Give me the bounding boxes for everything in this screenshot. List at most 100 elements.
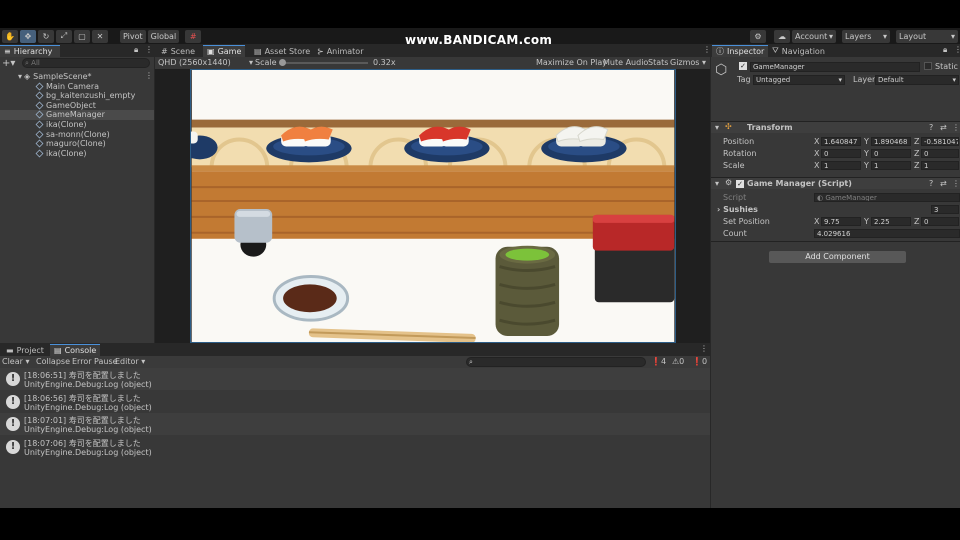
hierarchy-item[interactable]: sa-monn(Clone)	[0, 129, 154, 139]
log-count-button[interactable]: ❗4	[651, 357, 666, 366]
layer-dropdown[interactable]: Default ▾	[875, 75, 959, 85]
warning-count-button[interactable]: ⚠0	[672, 357, 684, 366]
tab-hierarchy[interactable]: ≡ Hierarchy	[0, 45, 60, 57]
layers-dropdown[interactable]: Layers ▾	[842, 29, 890, 43]
tab-project[interactable]: ▬ Project	[2, 344, 48, 356]
scale-value: 0.32x	[373, 58, 396, 67]
hierarchy-item[interactable]: ika(Clone)	[0, 119, 154, 129]
console-log-entry[interactable]: ! [18:06:56] 寿司を配置しました UnityEngine.Debug:L…	[0, 390, 710, 413]
sushies-size-field[interactable]: 3	[931, 205, 959, 214]
chevron-down-icon: ▾	[18, 71, 23, 81]
hierarchy-item[interactable]: GameManager	[0, 109, 154, 120]
scale-slider-thumb[interactable]	[279, 59, 286, 66]
move-icon[interactable]: ✥	[20, 29, 36, 43]
tab-console[interactable]: ▤ Console	[50, 344, 101, 356]
hierarchy-item[interactable]: GameObject	[0, 100, 154, 110]
grid-snap-icon[interactable]: #	[185, 29, 202, 43]
hierarchy-item[interactable]: Main Camera	[0, 81, 154, 91]
object-name-field[interactable]: GameManager	[750, 62, 920, 72]
more-icon[interactable]: ⋮	[952, 179, 960, 188]
transform-header[interactable]: ▾ ✣ Transform ? ⇄ ⋮	[711, 121, 960, 133]
transform-scale-field[interactable]: 1	[871, 161, 911, 170]
transform-position-field[interactable]: 1.890468	[871, 137, 911, 146]
transform-icon[interactable]: ✕	[92, 29, 108, 43]
chevron-down-icon[interactable]: ▾	[702, 58, 706, 67]
help-icon[interactable]: ?	[929, 179, 933, 188]
mute-audio-button[interactable]: Mute Audio	[603, 58, 648, 67]
scale-icon[interactable]: ⤢	[56, 29, 72, 43]
lock-icon[interactable]: 🔒︎	[943, 45, 947, 55]
global-label: Global	[150, 31, 177, 41]
more-icon[interactable]: ⋮	[954, 45, 960, 54]
transform-rotation-field[interactable]: 0	[921, 149, 959, 158]
maximize-on-play-button[interactable]: Maximize On Play	[536, 58, 607, 67]
pivot-button[interactable]: Pivot	[120, 29, 146, 43]
collapse-button[interactable]: Collapse	[36, 357, 70, 366]
setpos-field[interactable]: 0	[921, 217, 959, 226]
preset-icon[interactable]: ⇄	[940, 123, 947, 132]
editor-dropdown[interactable]: Editor ▾	[115, 357, 145, 366]
setpos-field[interactable]: 2.25	[871, 217, 911, 226]
more-icon[interactable]: ⋮	[145, 71, 153, 80]
lock-icon[interactable]: 🔒︎	[134, 45, 138, 55]
rect-icon[interactable]: ▢	[74, 29, 90, 43]
global-button[interactable]: Global	[147, 29, 180, 43]
error-count-button[interactable]: ❗0	[692, 357, 707, 366]
tab-scene-label: Scene	[170, 46, 196, 56]
sushies-foldout[interactable]: › Sushies	[717, 205, 758, 214]
gizmos-button[interactable]: Gizmos	[670, 58, 699, 67]
cloud-icon[interactable]: ☁	[774, 29, 790, 43]
transform-position-field[interactable]: 1.640847	[821, 137, 861, 146]
hierarchy-item[interactable]: maguro(Clone)	[0, 139, 154, 149]
hierarchy-item[interactable]: ika(Clone)	[0, 148, 154, 158]
more-icon[interactable]: ⋮	[703, 45, 711, 54]
scene-root[interactable]: ▾ ◈ SampleScene*	[18, 71, 92, 81]
transform-scale-field[interactable]: 1	[821, 161, 861, 170]
rotate-icon[interactable]: ↻	[38, 29, 54, 43]
console-log-entry[interactable]: ! [18:07:06] 寿司を配置しました UnityEngine.Debug:L…	[0, 435, 710, 458]
tab-game[interactable]: ▣ Game	[203, 45, 246, 57]
console-log-entry[interactable]: ! [18:06:51] 寿司を配置しました UnityEngine.Debug:L…	[0, 368, 710, 390]
tab-inspector[interactable]: ⓘ Inspector	[712, 45, 769, 57]
tab-animator[interactable]: ⊱ Animator	[313, 45, 367, 57]
tab-scene[interactable]: # Scene	[157, 45, 199, 57]
scale-slider[interactable]	[280, 62, 368, 64]
collab-icon[interactable]: ⚙	[750, 29, 766, 43]
active-checkbox[interactable]: ✓	[739, 62, 747, 70]
console-log-entry[interactable]: ! [18:07:01] 寿司を配置しました UnityEngine.Debug:L…	[0, 413, 710, 435]
more-icon[interactable]: ⋮	[145, 45, 153, 54]
add-component-button[interactable]: Add Component	[769, 251, 906, 263]
clear-button[interactable]: Clear ▾	[2, 357, 29, 366]
axis-label: Y	[864, 161, 869, 170]
help-icon[interactable]: ?	[929, 123, 933, 132]
component-enabled-checkbox[interactable]: ✓	[736, 180, 744, 188]
hand-icon[interactable]: ✋	[2, 29, 18, 43]
layout-dropdown[interactable]: Layout ▾	[896, 29, 958, 43]
hierarchy-item[interactable]: bg_kaitenzushi_empty	[0, 91, 154, 101]
transform-position-field[interactable]: -0.581047	[921, 137, 959, 146]
account-dropdown[interactable]: Account ▾	[792, 29, 836, 43]
hierarchy-search-input[interactable]: ⌕ All	[22, 58, 150, 68]
console-search-input[interactable]: ⌕	[466, 357, 646, 367]
error-pause-button[interactable]: Error Pause	[72, 357, 118, 366]
more-icon[interactable]: ⋮	[700, 344, 708, 353]
more-icon[interactable]: ⋮	[952, 123, 960, 132]
tab-asset-store[interactable]: ▤ Asset Store	[250, 45, 314, 57]
tab-navigation[interactable]: ⛛ Navigation	[768, 45, 829, 57]
transform-rotation-field[interactable]: 0	[871, 149, 911, 158]
preset-icon[interactable]: ⇄	[940, 179, 947, 188]
resolution-dropdown[interactable]: QHD (2560x1440) ▾	[158, 58, 253, 67]
info-circle-icon: !	[6, 394, 20, 409]
add-icon[interactable]: +▾	[2, 58, 15, 69]
tab-navigation-label: Navigation	[781, 46, 825, 56]
tag-dropdown[interactable]: Untagged ▾	[753, 75, 845, 85]
transform-rotation-field[interactable]: 0	[821, 149, 861, 158]
count-field[interactable]: 4.029616	[814, 229, 960, 238]
stats-button[interactable]: Stats	[648, 58, 668, 67]
setpos-field[interactable]: 9.75	[821, 217, 861, 226]
game-view[interactable]	[190, 69, 676, 343]
transform-scale-field[interactable]: 1	[921, 161, 959, 170]
static-checkbox[interactable]	[924, 62, 932, 70]
resolution-label: QHD (2560x1440)	[158, 58, 231, 67]
script-component-header[interactable]: ▾ ⚙ ✓ Game Manager (Script) ? ⇄ ⋮	[711, 177, 960, 189]
